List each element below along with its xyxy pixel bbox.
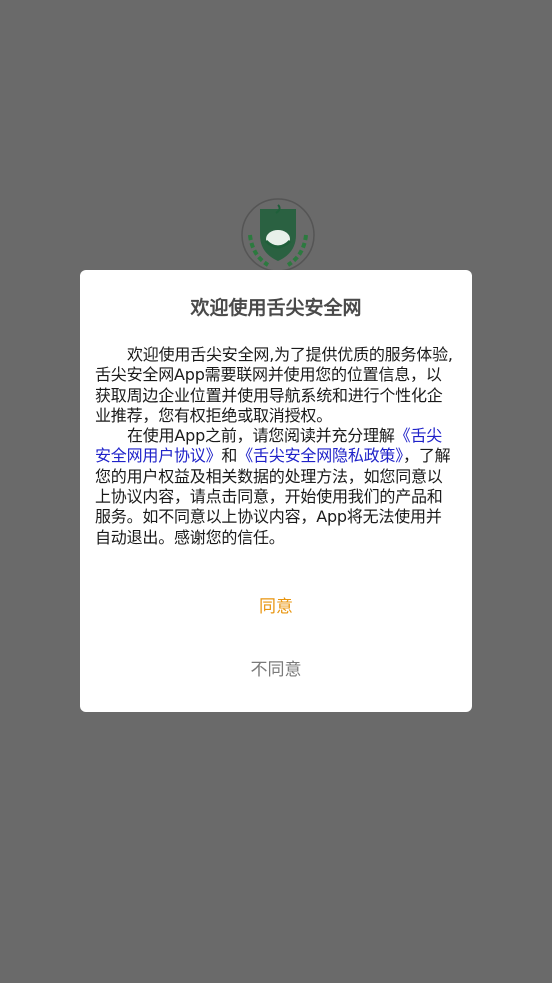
privacy-policy-link[interactable]: 《舌尖安全网隐私政策》: [237, 446, 403, 465]
privacy-consent-dialog: 欢迎使用舌尖安全网 欢迎使用舌尖安全网,为了提供优质的服务体验,舌尖安全网App…: [80, 270, 472, 712]
conjunction-text: 和: [221, 446, 238, 466]
agreement-paragraph: 在使用App之前，请您阅读并充分理解《舌尖安全网用户协议》和《舌尖安全网隐私政策…: [95, 426, 457, 548]
disagree-button[interactable]: 不同意: [80, 655, 472, 685]
agree-button[interactable]: 同意: [80, 592, 472, 622]
intro-paragraph: 欢迎使用舌尖安全网,为了提供优质的服务体验,舌尖安全网App需要联网并使用您的位…: [95, 345, 453, 425]
dialog-body: 欢迎使用舌尖安全网,为了提供优质的服务体验,舌尖安全网App需要联网并使用您的位…: [95, 345, 457, 548]
agreement-prefix-text: 在使用App之前，请您阅读并充分理解: [127, 426, 395, 446]
app-logo-icon: [238, 195, 318, 275]
dialog-title: 欢迎使用舌尖安全网: [190, 297, 362, 319]
